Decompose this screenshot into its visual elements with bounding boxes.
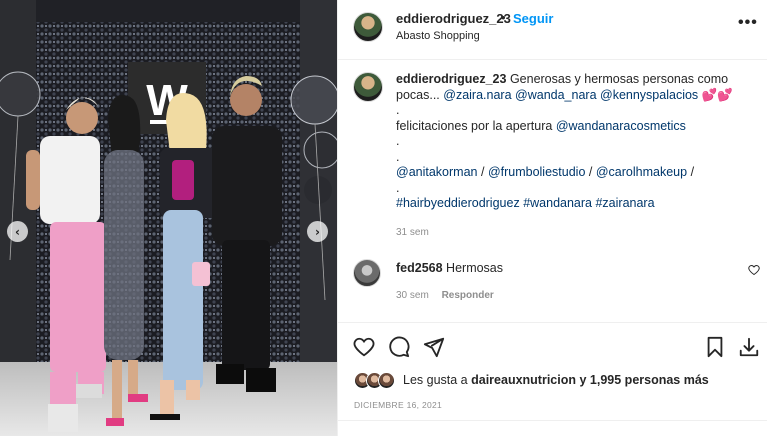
caption-timestamp[interactable]: 31 sem [396,227,429,238]
chevron-left-icon: ‹ [15,224,20,239]
post-photo: W [0,0,337,436]
chevron-right-icon: › [315,224,320,239]
next-photo-button[interactable]: › [307,221,328,242]
location-link[interactable]: Abasto Shopping [396,30,480,42]
mention-frum[interactable]: @frumboliestudio [488,165,585,179]
commenter-username[interactable]: fed2568 [396,261,443,275]
more-options-icon[interactable]: ••• [738,14,758,32]
mention-wanda[interactable]: @wanda_nara [515,88,597,102]
mention-kenny[interactable]: @kennyspalacios [600,88,698,102]
mention-cosmetics[interactable]: @wandanaracosmetics [556,119,686,133]
comment-like-heart-icon[interactable] [748,264,760,276]
previous-photo-button[interactable]: ‹ [7,221,28,242]
caption-username[interactable]: eddierodriguez_23 [396,72,506,86]
commenter-avatar[interactable] [353,259,381,287]
mention-zaira[interactable]: @zaira.nara [443,88,511,102]
bookmark-icon[interactable] [705,336,725,358]
likes-prefix: Les gusta a [403,373,468,387]
mention-anita[interactable]: @anitakorman [396,165,477,179]
liker-avatars[interactable] [354,372,398,390]
caption-text: eddierodriguez_23 Generosas y hermosas p… [396,72,756,212]
reply-button[interactable]: Responder [442,290,494,301]
hashtag-wandanara[interactable]: #wandanara [523,196,592,210]
follow-button[interactable]: Seguir [513,11,553,26]
post-date[interactable]: DICIEMBRE 16, 2021 [354,400,442,410]
hashtag-zairanara[interactable]: #zairanara [595,196,654,210]
separator-dot: • [501,10,506,25]
hashtag-hairby[interactable]: #hairbyeddierodriguez [396,196,520,210]
caption-slash-3: / [690,165,695,179]
comment-timestamp[interactable]: 30 sem [396,290,429,301]
caption-dot-2: . [396,134,400,148]
caption-author-avatar[interactable] [353,72,383,102]
liker-username[interactable]: daireauxnutricion [471,373,576,387]
hearts-emoji: 💕💕 [701,87,733,102]
author-username[interactable]: eddierodriguez_23 [396,11,511,26]
liker-avatar [378,372,395,389]
caption-dot-1: . [396,103,400,117]
caption-slash-2: / [588,165,593,179]
caption-dot-3: . [396,149,400,164]
author-avatar[interactable] [353,12,383,42]
divider [338,420,767,421]
post-actions-bar [338,322,767,370]
post-header: eddierodriguez_23 • Seguir Abasto Shoppi… [338,0,767,60]
download-icon[interactable] [738,336,760,358]
caption-dot-4: . [396,180,400,195]
comment-icon[interactable] [388,336,410,358]
heart-icon[interactable] [353,336,375,358]
caption-slash-1: / [480,165,485,179]
mention-carol[interactable]: @carolhmakeup [596,165,687,179]
send-icon[interactable] [423,336,445,358]
post-detail-panel: eddierodriguez_23 • Seguir Abasto Shoppi… [337,0,767,436]
comment-text: Hermosas [446,261,504,275]
caption-felicitaciones: felicitaciones por la apertura [396,118,553,133]
post-media[interactable]: W ‹ › [0,0,337,436]
likes-count[interactable]: y 1,995 personas más [580,373,709,387]
likes-summary: Les gusta a daireauxnutricion y 1,995 pe… [338,370,767,392]
